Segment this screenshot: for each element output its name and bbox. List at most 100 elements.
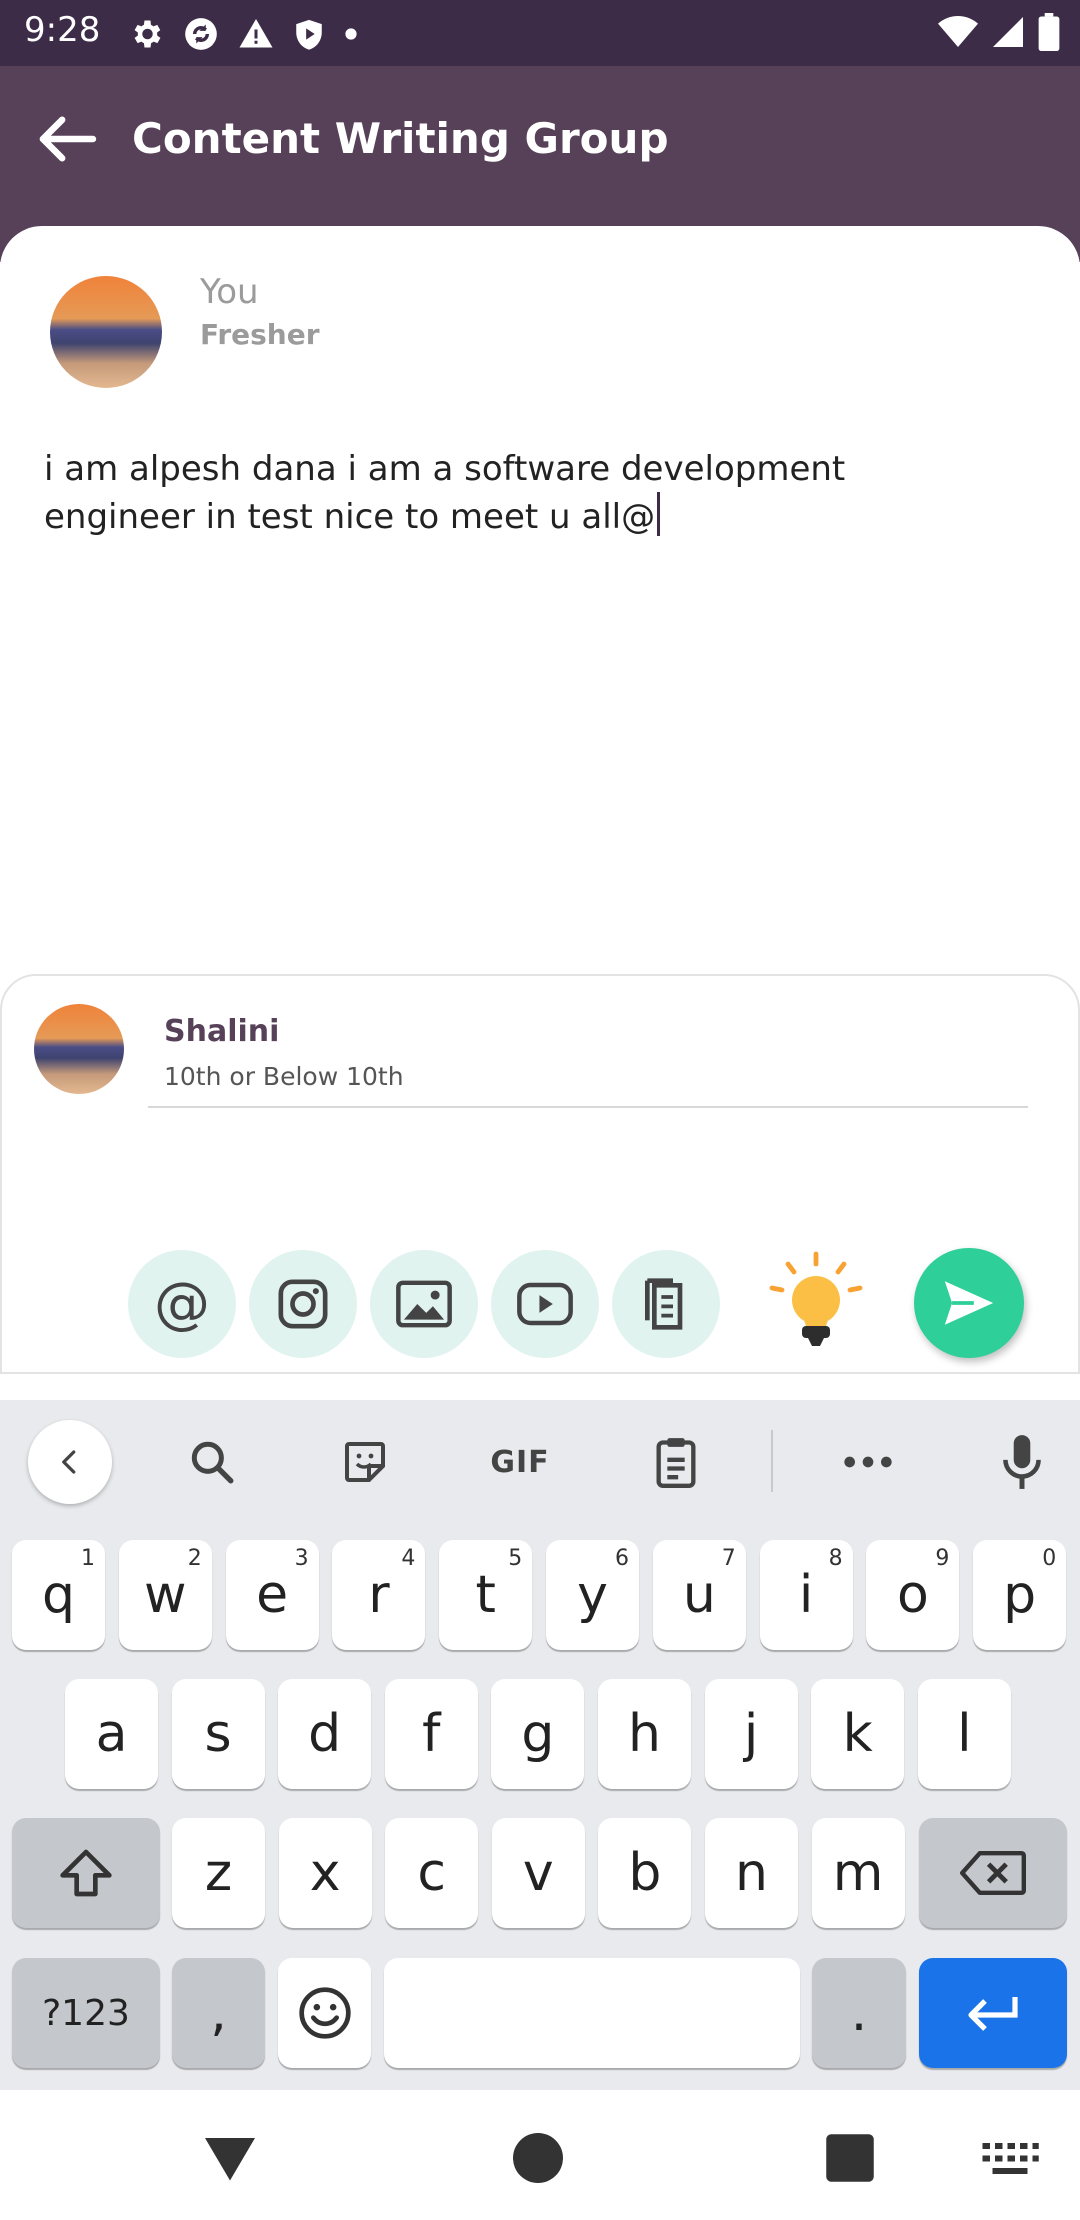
key-x[interactable]: x bbox=[278, 1818, 372, 1928]
instagram-button[interactable] bbox=[249, 1250, 357, 1358]
key-a[interactable]: a bbox=[65, 1679, 158, 1789]
battery-icon bbox=[1038, 13, 1060, 51]
document-button[interactable] bbox=[612, 1250, 720, 1358]
key-hint: 0 bbox=[1042, 1546, 1057, 1571]
video-button[interactable] bbox=[491, 1250, 599, 1358]
key-g[interactable]: g bbox=[491, 1679, 585, 1789]
key-label: h bbox=[628, 1704, 661, 1764]
divider bbox=[148, 1106, 1028, 1108]
key-label: y bbox=[577, 1565, 608, 1625]
page-title: Content Writing Group bbox=[132, 114, 669, 163]
gif-label: GIF bbox=[490, 1444, 550, 1480]
key-q[interactable]: q1 bbox=[12, 1540, 105, 1650]
keyboard-suggestion-strip: GIF bbox=[0, 1400, 1080, 1524]
key-label: k bbox=[842, 1704, 873, 1764]
send-button[interactable] bbox=[914, 1248, 1024, 1358]
key-hint: 8 bbox=[828, 1546, 843, 1571]
sync-icon bbox=[185, 18, 217, 50]
key-p[interactable]: p0 bbox=[973, 1540, 1067, 1650]
video-play-icon bbox=[517, 1282, 573, 1326]
key-v[interactable]: v bbox=[491, 1818, 585, 1928]
image-button[interactable] bbox=[370, 1250, 478, 1358]
document-icon bbox=[645, 1278, 683, 1330]
key-z[interactable]: z bbox=[172, 1818, 265, 1928]
key-m[interactable]: m bbox=[811, 1818, 905, 1928]
keyboard-more-button[interactable] bbox=[838, 1430, 898, 1494]
suggestion-avatar bbox=[34, 1004, 124, 1094]
keyboard-sticker-button[interactable] bbox=[335, 1430, 395, 1494]
divider bbox=[771, 1430, 773, 1492]
key-j[interactable]: j bbox=[704, 1679, 798, 1789]
key-label: l bbox=[957, 1704, 972, 1764]
keyboard-gif-button[interactable]: GIF bbox=[478, 1430, 562, 1494]
space-key[interactable] bbox=[384, 1958, 800, 2068]
text-cursor bbox=[657, 492, 661, 536]
key-y[interactable]: y6 bbox=[546, 1540, 639, 1650]
enter-key[interactable] bbox=[919, 1958, 1067, 2068]
mention-suggestion-item[interactable]: Shalini 10th or Below 10th bbox=[2, 976, 1078, 1116]
key-t[interactable]: t5 bbox=[439, 1540, 533, 1650]
emoji-icon bbox=[298, 1987, 351, 2039]
post-text-input[interactable]: i am alpesh dana i am a software develop… bbox=[44, 446, 1004, 540]
key-u[interactable]: u7 bbox=[652, 1540, 746, 1650]
author-avatar bbox=[50, 276, 162, 388]
post-text-value: i am alpesh dana i am a software develop… bbox=[44, 449, 846, 537]
key-label: u bbox=[682, 1565, 716, 1625]
key-d[interactable]: d bbox=[278, 1679, 372, 1789]
wifi-icon bbox=[938, 16, 978, 47]
key-label: p bbox=[1003, 1565, 1037, 1625]
comma-key-label: , bbox=[210, 1983, 227, 2043]
at-symbol-icon: @ bbox=[154, 1271, 210, 1336]
key-b[interactable]: b bbox=[598, 1818, 692, 1928]
key-k[interactable]: k bbox=[811, 1679, 905, 1789]
key-l[interactable]: l bbox=[917, 1679, 1011, 1789]
key-label: q bbox=[41, 1565, 75, 1625]
key-label: d bbox=[308, 1704, 342, 1764]
key-f[interactable]: f bbox=[384, 1679, 478, 1789]
key-label: t bbox=[475, 1565, 496, 1625]
suggestion-subtitle: 10th or Below 10th bbox=[164, 1062, 404, 1091]
key-label: c bbox=[417, 1843, 446, 1903]
emoji-key[interactable] bbox=[278, 1958, 371, 2068]
period-key[interactable]: . bbox=[812, 1958, 906, 2068]
key-r[interactable]: r4 bbox=[332, 1540, 426, 1650]
key-h[interactable]: h bbox=[598, 1679, 691, 1789]
mention-button[interactable]: @ bbox=[128, 1250, 236, 1358]
backspace-key[interactable] bbox=[919, 1818, 1067, 1928]
keyboard-collapse-button[interactable] bbox=[28, 1420, 112, 1504]
key-n[interactable]: n bbox=[705, 1818, 798, 1928]
key-s[interactable]: s bbox=[171, 1679, 265, 1789]
key-c[interactable]: c bbox=[385, 1818, 479, 1928]
nav-home-icon[interactable] bbox=[508, 2128, 568, 2188]
key-w[interactable]: w2 bbox=[118, 1540, 212, 1650]
suggestion-name: Shalini bbox=[164, 1014, 280, 1049]
keyboard-voice-button[interactable] bbox=[992, 1430, 1052, 1494]
key-i[interactable]: i8 bbox=[759, 1540, 853, 1650]
key-label: z bbox=[204, 1843, 233, 1903]
send-icon bbox=[944, 1281, 994, 1325]
key-label: x bbox=[309, 1843, 341, 1903]
key-e[interactable]: e3 bbox=[225, 1540, 319, 1650]
symbols-key[interactable]: ?123 bbox=[12, 1958, 160, 2068]
back-arrow-icon[interactable] bbox=[34, 114, 98, 164]
key-label: o bbox=[896, 1565, 929, 1625]
key-label: n bbox=[735, 1843, 768, 1903]
comma-key[interactable]: , bbox=[172, 1958, 265, 2068]
author-name: You bbox=[200, 272, 259, 312]
key-label: e bbox=[256, 1565, 289, 1625]
clipboard-icon bbox=[656, 1438, 696, 1488]
lightbulb-icon[interactable] bbox=[764, 1250, 868, 1354]
more-dots-icon bbox=[844, 1456, 892, 1468]
instagram-icon bbox=[278, 1279, 328, 1329]
microphone-icon bbox=[1003, 1435, 1041, 1489]
chevron-left-icon bbox=[62, 1450, 76, 1474]
keyboard-search-button[interactable] bbox=[182, 1430, 242, 1494]
sticker-icon bbox=[345, 1442, 385, 1482]
nav-recents-icon[interactable] bbox=[820, 2128, 880, 2188]
key-o[interactable]: o9 bbox=[866, 1540, 960, 1650]
keyboard-clipboard-button[interactable] bbox=[646, 1430, 706, 1494]
keyboard-switch-icon[interactable] bbox=[980, 2128, 1040, 2188]
nav-back-icon[interactable] bbox=[200, 2128, 260, 2188]
shift-key[interactable] bbox=[12, 1818, 160, 1928]
composer-toolbar: @ bbox=[0, 1150, 1080, 1400]
